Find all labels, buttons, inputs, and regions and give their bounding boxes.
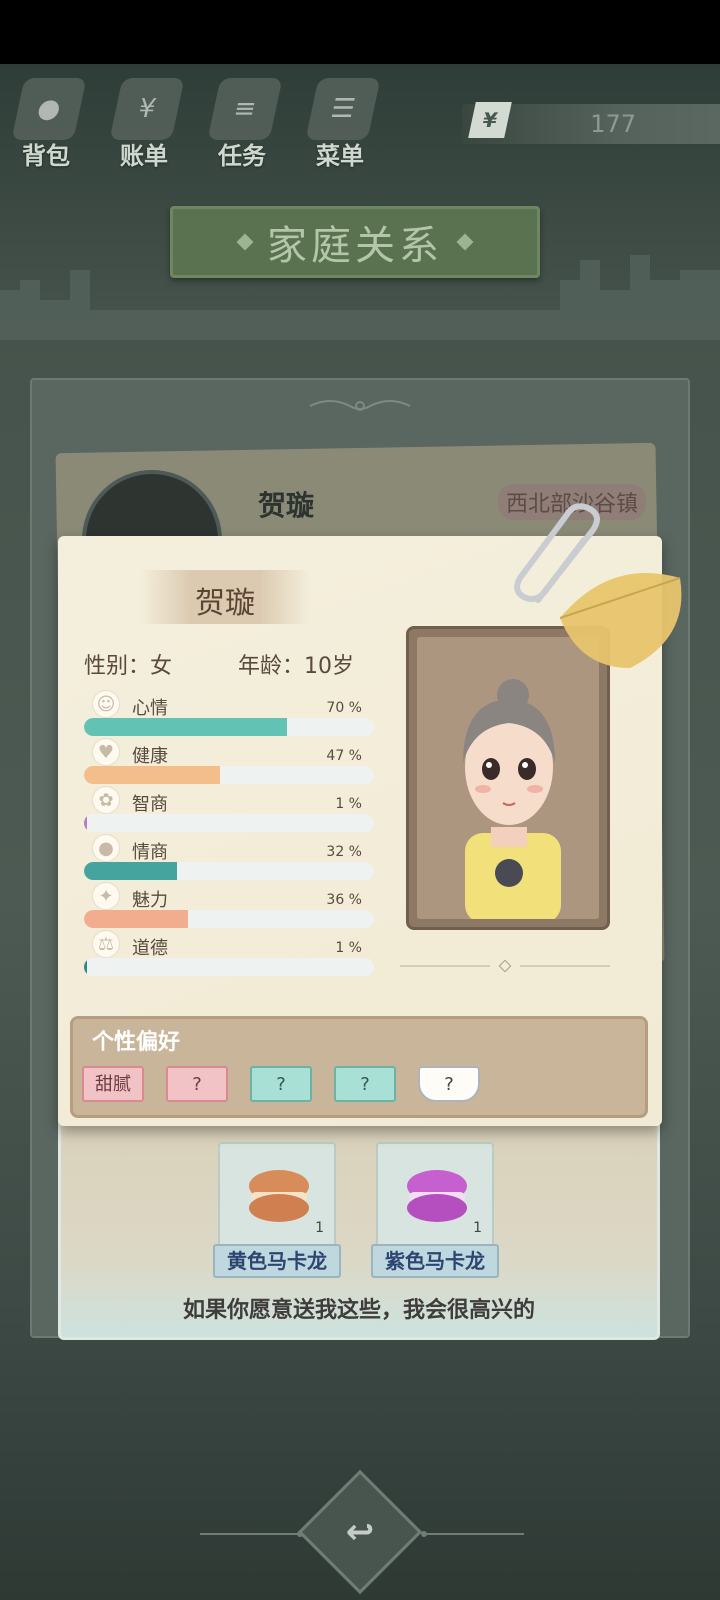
- menu-button-task[interactable]: ≡ 任务: [196, 74, 296, 174]
- stat-bar: [84, 718, 374, 736]
- heart-icon: ♥: [92, 738, 120, 766]
- stat-bar: [84, 958, 374, 976]
- stat-bar: [84, 862, 374, 880]
- stat-label: 道德: [132, 938, 168, 959]
- stat-label: 智商: [132, 794, 168, 815]
- menu-button-menu[interactable]: ☰ 菜单: [294, 74, 394, 174]
- stat-bar-fill: [84, 958, 87, 976]
- stat-bar-fill: [84, 910, 189, 928]
- yellow-macaron-icon: [249, 1170, 309, 1222]
- member-name: 贺璇: [258, 489, 315, 522]
- task-icon: ≡: [207, 78, 283, 140]
- currency-value: 177: [590, 110, 636, 138]
- diamond-icon: [236, 233, 254, 251]
- stat-percent: 1 %: [335, 940, 362, 956]
- menu-label-bill: 账单: [120, 142, 168, 170]
- profile-name: 贺璇: [195, 586, 255, 621]
- brain-icon: ✿: [92, 786, 120, 814]
- bag-icon: ●: [11, 78, 87, 140]
- smile-icon: ☺: [92, 690, 120, 718]
- top-menu-bar: ● 背包 ¥ 账单 ≡ 任务 ☰ 菜单 ¥ 177: [0, 64, 720, 174]
- gift-label-purple-macaron: 紫色马卡龙: [371, 1244, 499, 1278]
- sparkle-icon: ✦: [92, 882, 120, 910]
- diamond-icon: [456, 233, 474, 251]
- stat-percent: 47 %: [326, 748, 362, 764]
- stat-label: 心情: [132, 698, 168, 719]
- stat-bar-fill: [84, 862, 177, 880]
- menu-label-bag: 背包: [22, 142, 70, 170]
- return-icon: ↩: [345, 1512, 375, 1552]
- divider-ornament: [400, 960, 610, 972]
- gift-message: 如果你愿意送我这些，我会很高兴的: [182, 1298, 535, 1323]
- preference-tag-cup[interactable]: ?: [418, 1066, 480, 1102]
- menu-button-bill[interactable]: ¥ 账单: [98, 74, 198, 174]
- currency-display: ¥ 177: [462, 102, 720, 144]
- apple-icon: ●: [92, 834, 120, 862]
- preferences-title: 个性偏好: [92, 1030, 181, 1055]
- decorative-line-right: [421, 1531, 524, 1537]
- preference-tag-unknown[interactable]: ?: [334, 1066, 396, 1102]
- stat-percent: 1 %: [335, 796, 362, 812]
- stat-label: 魅力: [132, 890, 168, 911]
- stat-label: 情商: [132, 842, 168, 863]
- girl-portrait-image: [463, 679, 561, 919]
- gift-count: 1: [315, 1220, 324, 1236]
- scales-icon: ⚖: [92, 930, 120, 958]
- stat-bar: [84, 814, 374, 832]
- stat-bar-fill: [84, 766, 221, 784]
- page-title-banner: 家庭关系: [170, 206, 540, 278]
- stat-bar-fill: [84, 814, 87, 832]
- gift-label-yellow-macaron: 黄色马卡龙: [213, 1244, 341, 1278]
- preference-tag-unknown[interactable]: ?: [166, 1066, 228, 1102]
- scroll-ornament-icon: [309, 400, 411, 411]
- purple-macaron-icon: [407, 1170, 467, 1222]
- stat-percent: 32 %: [326, 844, 362, 860]
- age-text: 年龄：10岁: [238, 654, 354, 679]
- stat-percent: 36 %: [326, 892, 362, 908]
- preference-tag-unknown[interactable]: ?: [250, 1066, 312, 1102]
- bill-icon: ¥: [109, 78, 185, 140]
- menu-label-task: 任务: [218, 142, 266, 170]
- ginkgo-leaf-icon: [559, 573, 682, 668]
- stat-bar-fill: [84, 718, 287, 736]
- gender-text: 性别：女: [84, 654, 173, 679]
- stat-percent: 70 %: [326, 700, 362, 716]
- decorative-line-left: [200, 1531, 303, 1537]
- page-title: 家庭关系: [267, 223, 443, 269]
- yen-icon: ¥: [468, 102, 512, 138]
- menu-button-bag[interactable]: ● 背包: [0, 74, 100, 174]
- menu-icon: ☰: [305, 78, 381, 140]
- stat-label: 健康: [132, 746, 168, 767]
- stat-bar: [84, 910, 374, 928]
- preference-tag-sweet[interactable]: 甜腻: [82, 1066, 144, 1102]
- menu-label-menu: 菜单: [316, 142, 364, 170]
- gift-count: 1: [473, 1220, 482, 1236]
- stat-bar: [84, 766, 374, 784]
- character-portrait: [417, 637, 599, 919]
